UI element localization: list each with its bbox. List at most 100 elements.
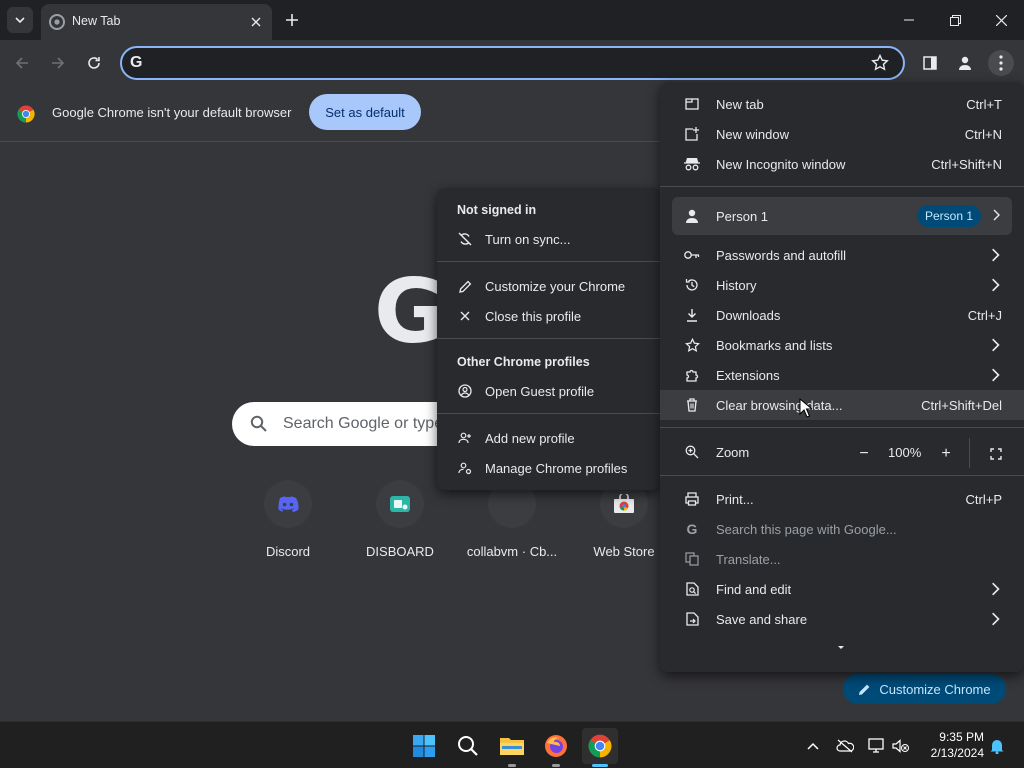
chrome-icon[interactable] [582,728,618,764]
person-add-icon [457,430,473,446]
menu-item-history[interactable]: History [660,270,1024,300]
forward-button[interactable] [46,51,70,75]
menu-item-bookmarks-and-lists[interactable]: Bookmarks and lists [660,330,1024,360]
back-button[interactable] [10,51,34,75]
incognito-icon [684,156,700,172]
scroll-down-arrow-icon[interactable] [836,644,846,652]
menu-item-label: History [716,278,757,293]
address-bar[interactable]: G [120,46,905,80]
menu-item-add-new-profile[interactable]: Add new profile [437,423,660,453]
notification-bell-icon[interactable] [986,735,1008,757]
minus-icon: − [859,445,869,462]
zoom-in-button[interactable]: + [933,441,959,467]
set-as-default-button[interactable]: Set as default [309,94,421,130]
divider [437,413,660,414]
toolbar: G [0,40,1024,86]
sync-off-icon [457,231,473,247]
chrome-favicon-icon [49,14,65,30]
menu-item-turn-on-sync[interactable]: Turn on sync... [437,224,660,254]
shortcut-web-store[interactable]: Web Store [574,480,674,570]
shortcut-label: Discord [265,544,311,559]
menu-item-shortcut: Ctrl+Shift+N [931,157,1002,172]
minimize-button[interactable] [895,6,923,34]
menu-item-new-tab[interactable]: New tab Ctrl+T [660,89,1024,119]
menu-item-translate[interactable]: Translate... [660,544,1024,574]
close-window-button[interactable] [987,6,1015,34]
menu-item-label: Extensions [716,368,780,383]
shortcut-label: collabvm · Cb... [466,544,558,559]
not-signed-in-heading: Not signed in [457,203,537,217]
menu-item-find-and-edit[interactable]: Find and edit [660,574,1024,604]
network-icon[interactable] [866,735,888,757]
tab-search-button[interactable] [7,7,33,33]
taskbar-clock-date[interactable]: 2/13/2024 [920,746,984,760]
menu-item-print[interactable]: Print... Ctrl+P [660,484,1024,514]
running-indicator [508,764,516,767]
divider [437,261,660,262]
history-icon [684,277,700,293]
tab-new-tab[interactable]: New Tab [41,4,272,40]
menu-item-label: Print... [716,492,754,507]
menu-item-person-1[interactable]: Person 1 Person 1 [672,197,1012,235]
fullscreen-icon [990,448,1002,460]
side-panel-button[interactable] [917,50,943,76]
disboard-icon [376,480,424,528]
volume-muted-icon[interactable] [890,735,912,757]
windows-start-icon[interactable] [406,728,442,764]
menu-item-new-incognito-window[interactable]: New Incognito window Ctrl+Shift+N [660,149,1024,179]
zoom-out-button[interactable]: − [851,441,877,467]
tab-title: New Tab [72,14,121,28]
profile-button[interactable] [952,50,978,76]
taskbar-clock-time[interactable]: 9:35 PM [920,730,984,744]
tab-close-button[interactable] [246,12,266,32]
menu-item-save-and-share[interactable]: Save and share [660,604,1024,634]
menu-item-customize-your-chrome[interactable]: Customize your Chrome [437,271,660,301]
shortcut-discord[interactable]: Discord [238,480,338,570]
menu-item-passwords-and-autofill[interactable]: Passwords and autofill [660,240,1024,270]
menu-item-close-this-profile[interactable]: Close this profile [437,301,660,331]
arrow-left-icon [15,57,28,69]
menu-item-open-guest-profile[interactable]: Open Guest profile [437,376,660,406]
fullscreen-button[interactable] [983,441,1009,467]
search-icon[interactable] [450,728,486,764]
person-icon [959,56,971,70]
bookmark-star-button[interactable] [871,54,889,72]
windows-taskbar: 9:35 PM 2/13/2024 [0,721,1024,768]
shortcut-collabvm[interactable]: collabvm · Cb... [462,480,562,570]
google-g-icon: G [686,521,698,537]
zoom-magnifier-icon [684,444,700,460]
onedrive-offline-icon[interactable] [834,735,856,757]
chevron-right-icon [993,209,1000,221]
firefox-icon[interactable] [538,728,574,764]
reload-button[interactable] [82,51,106,75]
divider [437,338,660,339]
customize-chrome-button[interactable]: Customize Chrome [843,674,1006,704]
restore-button[interactable] [941,6,969,34]
plus-icon [286,14,298,26]
shortcut-label: DISBOARD [366,544,434,559]
menu-item-shortcut: Ctrl+Shift+Del [921,398,1002,413]
new-tab-button[interactable] [282,8,302,32]
chevron-right-icon [992,248,1000,262]
menu-item-shortcut: Ctrl+T [966,97,1002,112]
menu-item-new-window[interactable]: New window Ctrl+N [660,119,1024,149]
printer-icon [684,491,700,507]
menu-item-label: Save and share [716,612,808,627]
file-explorer-icon[interactable] [494,728,530,764]
show-hidden-icons-chevron-up-icon[interactable] [802,735,824,757]
menu-item-downloads[interactable]: Downloads Ctrl+J [660,300,1024,330]
title-bar: New Tab [0,0,1024,40]
menu-item-extensions[interactable]: Extensions [660,360,1024,390]
star-icon [684,337,700,353]
person-icon [684,208,700,224]
google-g-icon: G [130,54,143,71]
star-icon [871,54,889,71]
menu-item-clear-browsing-data[interactable]: Clear browsing data... Ctrl+Shift+Del [660,390,1024,420]
menu-item-manage-chrome-profiles[interactable]: Manage Chrome profiles [437,453,660,483]
chevron-right-icon [992,582,1000,596]
chrome-menu-button[interactable] [988,50,1014,76]
minimize-icon [904,19,914,21]
shortcut-disboard[interactable]: DISBOARD [350,480,450,570]
side-panel-icon [923,56,937,70]
menu-item-search-this-page[interactable]: G Search this page with Google... [660,514,1024,544]
